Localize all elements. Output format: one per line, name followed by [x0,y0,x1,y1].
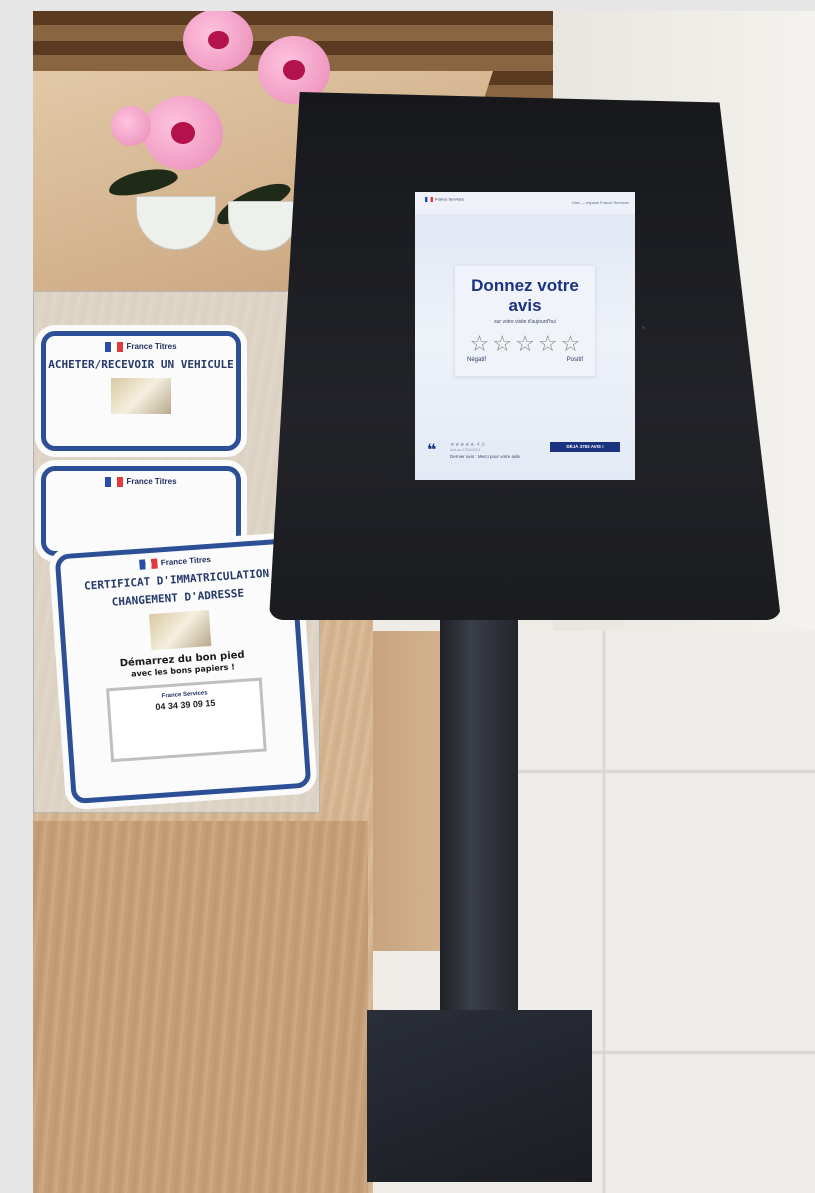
screen-header: France Services Oise — espace France Ser… [415,192,635,214]
orchid-bud [111,106,151,146]
footer-last-review: Dernier avis : Merci pour votre aide [450,454,521,459]
brochure-middle[interactable]: France Titres [41,466,241,556]
camera-icon [642,326,645,329]
feedback-subtitle: sur votre visite d'aujourd'hui [494,319,556,325]
star-icon-1[interactable]: ☆ [470,333,490,355]
feedback-title: Donnez votre avis [471,276,579,315]
screen-footer: ❝ ★★★★★ 4,6 Avis au 17/04/2024 DÉJÀ 3783… [415,438,635,480]
brochure-logo: France Titres [105,342,177,352]
star-rating: ☆ ☆ ☆ ☆ ☆ [455,333,595,355]
orchid-flower [143,96,223,170]
tablet-screen: France Services Oise — espace France Ser… [415,192,635,480]
brochure-title: ACHETER/RECEVOIR UN VEHICULE [48,358,234,372]
label-negative: Négatif [467,357,487,363]
france-services-logo: France Services [425,197,464,202]
screen-header-location: Oise — espace France Services [571,200,629,205]
star-icon-3[interactable]: ☆ [515,333,535,355]
star-icon-5[interactable]: ☆ [561,333,581,355]
brochure-illustration [111,378,171,415]
brochure-logo: France Titres [105,477,177,487]
quote-icon: ❝ [427,442,437,459]
rating-legend: Négatif Positif [455,357,595,363]
footer-date: Avis au 17/04/2024 [450,448,480,452]
label-positive: Positif [566,357,583,363]
brochure-vehicle[interactable]: France Titres ACHETER/RECEVOIR UN VEHICU… [41,331,241,451]
star-icon-4[interactable]: ☆ [538,333,558,355]
orchid-flower [183,11,253,71]
photo-scene: France Titres ACHETER/RECEVOIR UN VEHICU… [33,11,815,1193]
contact-card: France Services 04 34 39 09 15 [106,677,267,762]
feedback-card: Donnez votre avis sur votre visite d'auj… [455,266,595,376]
counter-front [33,821,368,1193]
brochure-illustration [148,609,212,650]
brochure-logo: France Titres [139,555,212,570]
kiosk-base [367,1010,592,1182]
star-icon-2[interactable]: ☆ [492,333,512,355]
review-count-button[interactable]: DÉJÀ 3783 AVIS ! [550,442,620,452]
